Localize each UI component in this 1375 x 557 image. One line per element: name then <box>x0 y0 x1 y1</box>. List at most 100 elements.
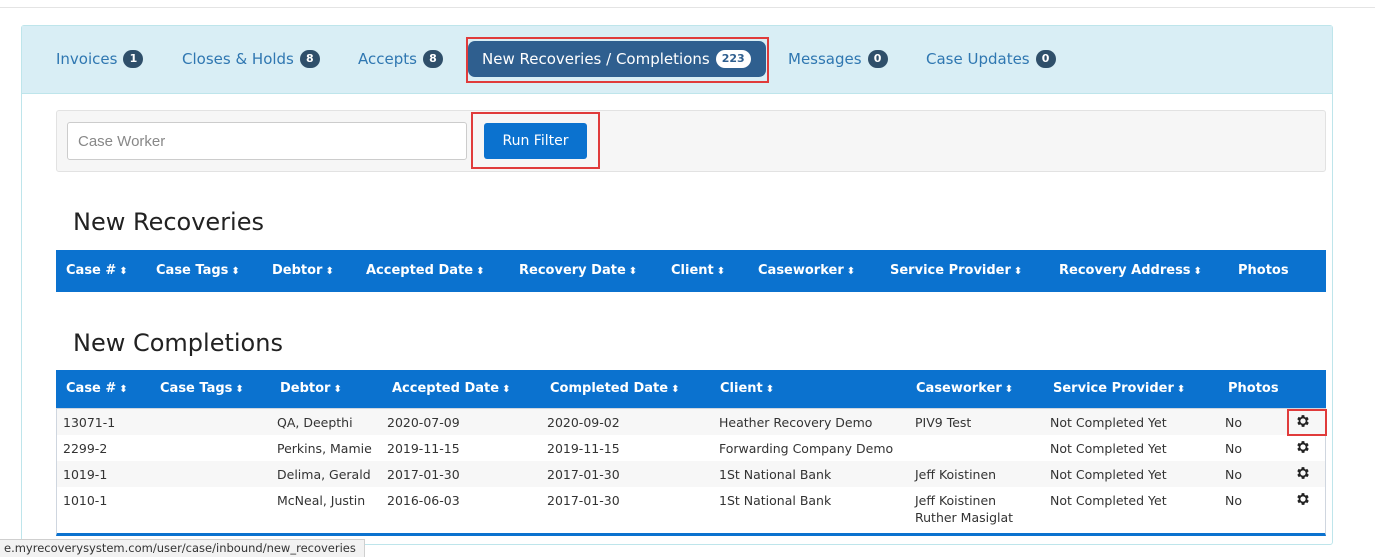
count-badge: 0 <box>867 50 888 68</box>
col-photos: Photos <box>1228 381 1279 396</box>
sort-arrows-icon: ⬍ <box>119 384 128 395</box>
tab-new-recoveries-completions[interactable]: New Recoveries / Completions 223 <box>468 41 766 77</box>
sort-arrows-icon: ⬍ <box>1004 384 1014 395</box>
col-recovery-date[interactable]: Recovery Date ⬍ <box>519 250 637 292</box>
tab-messages[interactable]: Messages 0 <box>788 40 888 78</box>
cell-provider: Not Completed Yet <box>1050 493 1167 508</box>
count-badge: 8 <box>422 50 443 68</box>
cell-photos: No <box>1225 441 1242 456</box>
cell-accepted: 2019-11-15 <box>387 441 460 456</box>
count-badge: 0 <box>1035 50 1056 68</box>
tab-case-updates[interactable]: Case Updates 0 <box>926 40 1056 78</box>
cell-debtor: Delima, Gerald <box>277 467 371 482</box>
tab-label: Accepts <box>358 50 417 68</box>
col-case-number[interactable]: Case # ⬍ <box>66 250 128 292</box>
tab-invoices[interactable]: Invoices 1 <box>56 40 144 78</box>
col-case-tags[interactable]: Case Tags ⬍ <box>160 370 244 408</box>
col-completed-date[interactable]: Completed Date ⬍ <box>550 370 679 408</box>
status-bar-url: e.myrecoverysystem.com/user/case/inbound… <box>0 539 365 557</box>
count-badge: 1 <box>123 50 144 68</box>
cell-provider: Not Completed Yet <box>1050 415 1167 430</box>
cell-photos: No <box>1225 415 1242 430</box>
cell-completed: 2020-09-02 <box>547 415 620 430</box>
table-row[interactable]: 2299-2 Perkins, Mamie 2019-11-15 2019-11… <box>57 435 1325 461</box>
col-debtor[interactable]: Debtor ⬍ <box>272 250 334 292</box>
cell-client: 1St National Bank <box>719 493 832 508</box>
new-recoveries-title: New Recoveries <box>73 208 264 236</box>
cell-caseworker: Jeff Koistinen <box>915 493 997 508</box>
sort-arrows-icon: ⬍ <box>765 384 775 395</box>
sort-arrows-icon: ⬍ <box>716 266 726 277</box>
cell-case[interactable]: 13071-1 <box>63 414 115 431</box>
cell-client: 1St National Bank <box>719 467 832 482</box>
cell-accepted: 2020-07-09 <box>387 415 460 430</box>
count-badge: 223 <box>715 50 751 68</box>
gear-icon[interactable] <box>1295 439 1311 455</box>
cell-completed: 2017-01-30 <box>547 467 620 482</box>
sort-arrows-icon: ⬍ <box>671 384 680 395</box>
cell-caseworker-secondary: Ruther Masiglat <box>915 510 1014 525</box>
cell-case[interactable]: 1019-1 <box>63 466 107 483</box>
top-divider <box>0 0 1375 8</box>
tab-closes-holds[interactable]: Closes & Holds 8 <box>182 40 320 78</box>
sort-arrows-icon: ⬍ <box>235 384 244 395</box>
tab-label: Case Updates <box>926 50 1030 68</box>
col-accepted-date[interactable]: Accepted Date ⬍ <box>366 250 484 292</box>
cell-caseworker: Jeff Koistinen <box>915 467 997 482</box>
cell-accepted: 2016-06-03 <box>387 493 460 508</box>
col-case-number[interactable]: Case # ⬍ <box>66 370 128 408</box>
col-service-provider[interactable]: Service Provider ⬍ <box>890 250 1022 292</box>
cell-debtor: McNeal, Justin <box>277 493 366 508</box>
cell-completed: 2019-11-15 <box>547 441 620 456</box>
sort-arrows-icon: ⬍ <box>628 266 638 277</box>
sort-arrows-icon: ⬍ <box>119 266 128 277</box>
gear-icon[interactable] <box>1295 491 1311 507</box>
recoveries-table-header: Case # ⬍ Case Tags ⬍ Debtor ⬍ Accepted Date… <box>56 250 1326 292</box>
tab-accepts[interactable]: Accepts 8 <box>358 40 443 78</box>
completions-table-header: Case # ⬍ Case Tags ⬍ Debtor ⬍ Accepted Date… <box>56 370 1326 408</box>
col-recovery-address[interactable]: Recovery Address ⬍ <box>1059 250 1202 292</box>
sort-arrows-icon: ⬍ <box>502 384 511 395</box>
cell-debtor: Perkins, Mamie <box>277 441 372 456</box>
tab-label: Messages <box>788 50 862 68</box>
col-case-tags[interactable]: Case Tags ⬍ <box>156 250 240 292</box>
col-debtor[interactable]: Debtor ⬍ <box>280 370 342 408</box>
sort-arrows-icon: ⬍ <box>846 266 856 277</box>
sort-arrows-icon: ⬍ <box>1013 266 1023 277</box>
cell-provider: Not Completed Yet <box>1050 467 1167 482</box>
case-worker-input[interactable] <box>67 122 467 160</box>
cell-client: Heather Recovery Demo <box>719 415 873 430</box>
cell-case[interactable]: 1010-1 <box>63 492 107 509</box>
cell-caseworker: PIV9 Test <box>915 415 972 430</box>
gear-icon[interactable] <box>1295 413 1311 429</box>
col-caseworker[interactable]: Caseworker ⬍ <box>916 370 1013 408</box>
table-row[interactable]: 1010-1 McNeal, Justin 2016-06-03 2017-01… <box>57 487 1325 533</box>
run-filter-button[interactable]: Run Filter <box>484 123 587 159</box>
cell-accepted: 2017-01-30 <box>387 467 460 482</box>
tab-bar: Invoices 1 Closes & Holds 8 Accepts 8 Ne… <box>22 26 1332 94</box>
col-photos: Photos <box>1238 263 1289 278</box>
tab-label: Closes & Holds <box>182 50 294 68</box>
col-client[interactable]: Client ⬍ <box>671 250 725 292</box>
tab-label: Invoices <box>56 50 118 68</box>
cell-completed: 2017-01-30 <box>547 493 620 508</box>
sort-arrows-icon: ⬍ <box>1193 266 1202 277</box>
gear-icon[interactable] <box>1295 465 1311 481</box>
table-row[interactable]: 13071-1 QA, Deepthi 2020-07-09 2020-09-0… <box>57 409 1325 435</box>
table-row[interactable]: 1019-1 Delima, Gerald 2017-01-30 2017-01… <box>57 461 1325 487</box>
sort-arrows-icon: ⬍ <box>231 266 240 277</box>
count-badge: 8 <box>299 50 320 68</box>
cell-case[interactable]: 2299-2 <box>63 440 107 457</box>
cell-photos: No <box>1225 467 1242 482</box>
cell-provider: Not Completed Yet <box>1050 441 1167 456</box>
sort-arrows-icon: ⬍ <box>333 384 342 395</box>
cell-debtor: QA, Deepthi <box>277 415 353 430</box>
cell-client: Forwarding Company Demo <box>719 441 894 456</box>
tab-label: New Recoveries / Completions <box>482 50 710 68</box>
sort-arrows-icon: ⬍ <box>325 266 334 277</box>
col-service-provider[interactable]: Service Provider ⬍ <box>1053 370 1185 408</box>
col-client[interactable]: Client ⬍ <box>720 370 774 408</box>
col-accepted-date[interactable]: Accepted Date ⬍ <box>392 370 510 408</box>
col-caseworker[interactable]: Caseworker ⬍ <box>758 250 855 292</box>
cell-photos: No <box>1225 493 1242 508</box>
